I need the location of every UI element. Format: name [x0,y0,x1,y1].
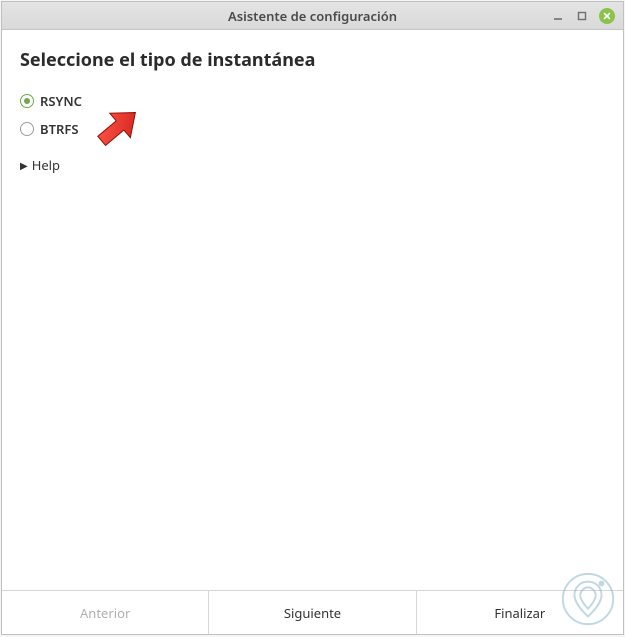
minimize-icon [553,11,563,21]
finish-button[interactable]: Finalizar [417,591,623,634]
window-titlebar: Asistente de configuración [2,2,623,30]
radio-indicator [20,122,34,136]
close-icon [603,12,611,20]
radio-label: BTRFS [40,120,78,138]
next-button[interactable]: Siguiente [209,591,416,634]
help-expander[interactable]: ▶ Help [20,156,605,174]
radio-option-btrfs[interactable]: BTRFS [20,120,605,138]
prev-button-label: Anterior [80,604,130,622]
help-label: Help [32,156,60,174]
next-button-label: Siguiente [284,604,341,622]
maximize-button[interactable] [575,9,589,23]
minimize-button[interactable] [551,9,565,23]
window-title: Asistente de configuración [2,7,623,25]
wizard-footer: Anterior Siguiente Finalizar [2,590,623,634]
close-button[interactable] [599,8,615,24]
prev-button: Anterior [2,591,209,634]
finish-button-label: Finalizar [494,604,545,622]
radio-label: RSYNC [40,92,82,110]
snapshot-type-group: RSYNC BTRFS [20,92,605,138]
radio-indicator [20,94,34,108]
maximize-icon [577,11,587,21]
wizard-content: Seleccione el tipo de instantánea RSYNC … [2,30,623,590]
radio-option-rsync[interactable]: RSYNC [20,92,605,110]
page-title: Seleccione el tipo de instantánea [20,48,605,72]
chevron-right-icon: ▶ [20,158,28,172]
